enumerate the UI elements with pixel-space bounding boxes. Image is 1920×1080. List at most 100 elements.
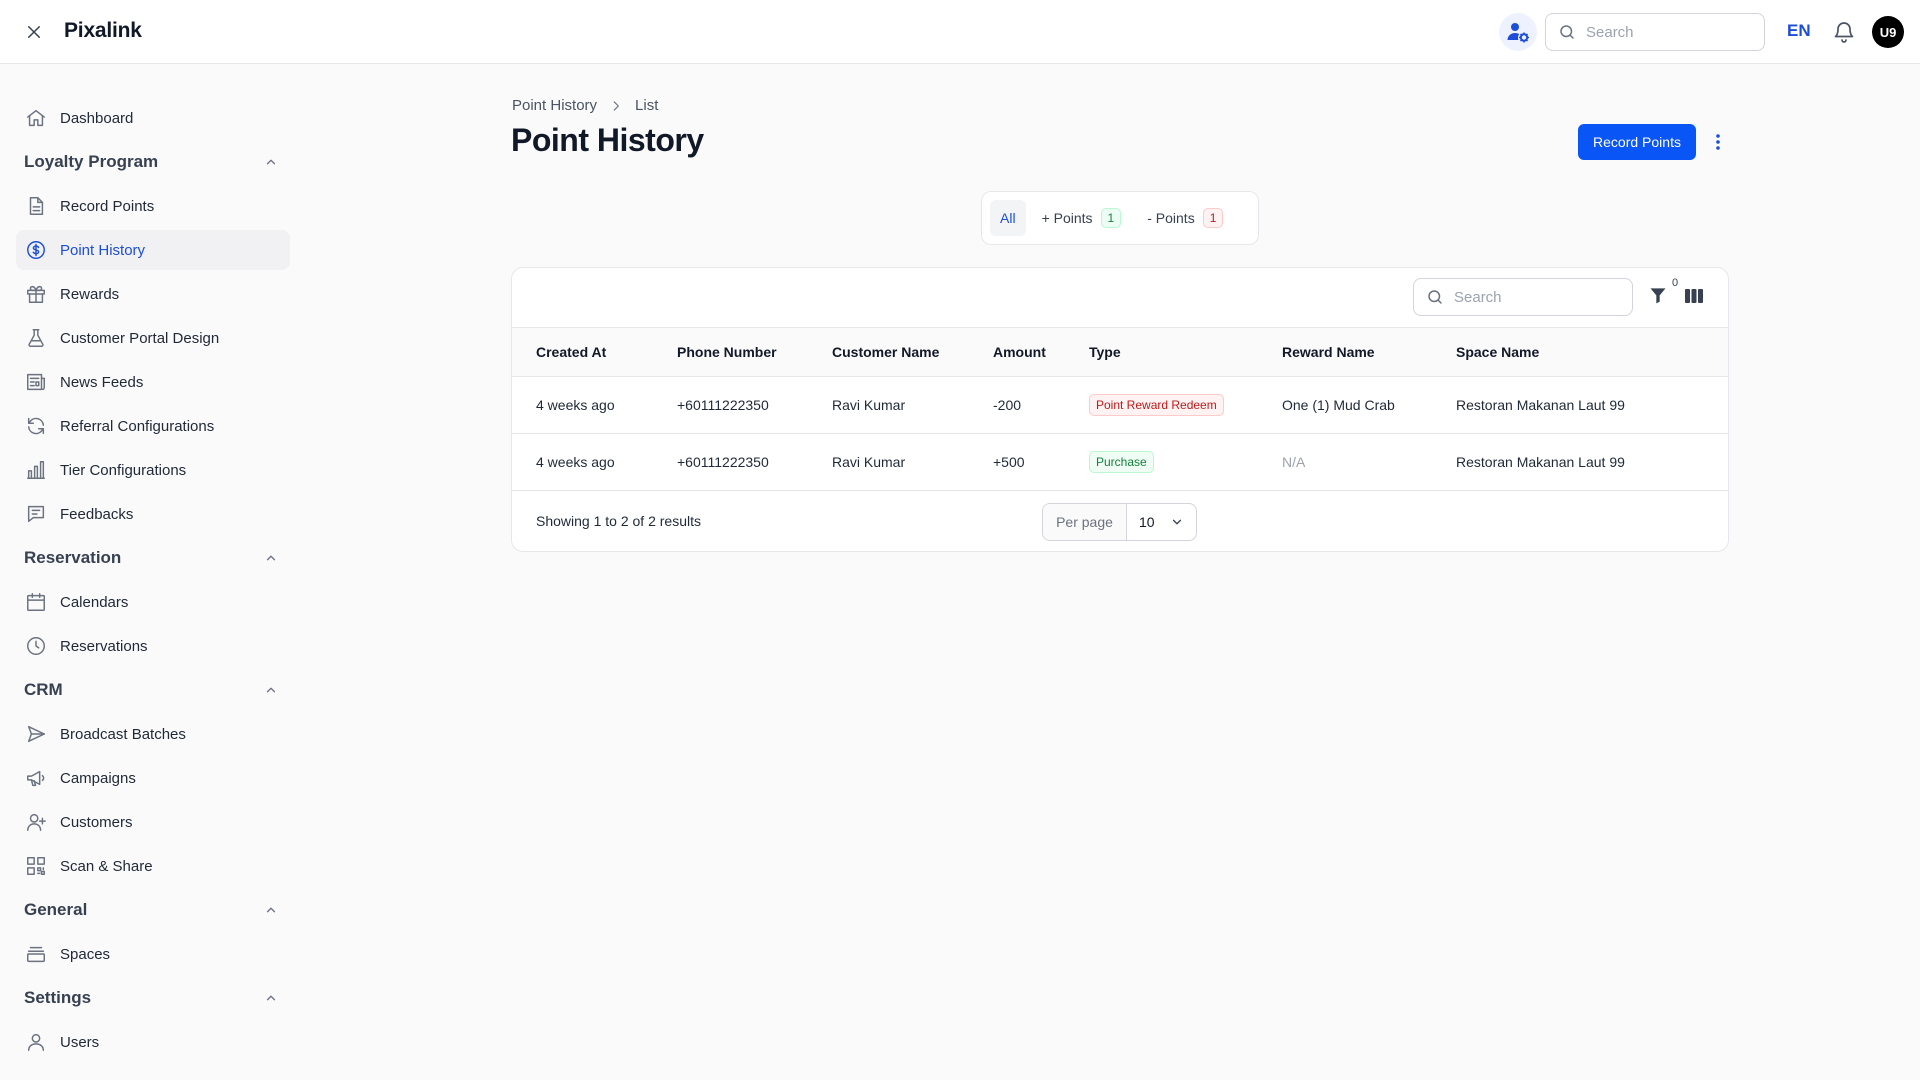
per-page-dropdown[interactable]: 10 <box>1127 514 1196 530</box>
point-filter-tabs: All + Points 1 - Points 1 <box>981 191 1259 245</box>
tab-minus-points-label: - Points <box>1147 210 1195 226</box>
cell-amount: -200 <box>993 376 1089 434</box>
avatar[interactable]: U9 <box>1872 16 1904 48</box>
table-search[interactable] <box>1413 278 1633 316</box>
sidebar-item-customers[interactable]: Customers <box>16 802 290 842</box>
sidebar-item-scan-share[interactable]: Scan & Share <box>16 846 290 886</box>
cell-created-at: 4 weeks ago <box>536 376 673 434</box>
close-sidebar-button[interactable] <box>22 20 46 44</box>
sidebar-item-spaces[interactable]: Spaces <box>16 934 290 974</box>
tab-all-label: All <box>1000 210 1016 226</box>
dollar-circle-icon <box>24 238 48 262</box>
sidebar-item-customer-portal-design[interactable]: Customer Portal Design <box>16 318 290 358</box>
column-header-type[interactable]: Type <box>1089 328 1282 377</box>
sidebar-item-label: News Feeds <box>60 373 144 391</box>
sidebar-item-label: Rewards <box>60 285 120 303</box>
sidebar-item-campaigns[interactable]: Campaigns <box>16 758 290 798</box>
per-page-select[interactable]: Per page 10 <box>1042 502 1197 541</box>
column-header-created-at[interactable]: Created At <box>536 328 673 377</box>
sidebar-group-label: Loyalty Program <box>24 152 159 171</box>
sidebar-item-rewards[interactable]: Rewards <box>16 274 290 314</box>
record-points-button[interactable]: Record Points <box>1578 124 1696 160</box>
table-header-row: Created At Phone Number Customer Name Am… <box>512 328 1728 377</box>
sidebar-item-news-feeds[interactable]: News Feeds <box>16 362 290 402</box>
sidebar-item-label: Campaigns <box>60 769 136 787</box>
sidebar-item-label: Customer Portal Design <box>60 329 220 347</box>
sidebar-item-reservations[interactable]: Reservations <box>16 626 290 666</box>
sidebar-group-label: Reservation <box>24 548 122 567</box>
filter-button[interactable] <box>1648 285 1670 307</box>
global-search-input[interactable] <box>1586 23 1746 41</box>
cell-phone-number: +60111222350 <box>673 376 828 434</box>
stack-icon <box>24 942 48 966</box>
column-header-phone-number[interactable]: Phone Number <box>673 328 828 377</box>
pagination-summary: Showing 1 to 2 of 2 results <box>536 512 701 529</box>
megaphone-icon <box>24 766 48 790</box>
sidebar-item-referral-configurations[interactable]: Referral Configurations <box>16 406 290 446</box>
tab-minus-points[interactable]: - Points 1 <box>1137 200 1233 236</box>
sidebar-item-label: Spaces <box>60 945 111 963</box>
sidebar-item-label: Dashboard <box>60 109 134 127</box>
breadcrumb-current: List <box>635 97 659 114</box>
tab-minus-points-count: 1 <box>1202 208 1224 228</box>
tab-all[interactable]: All <box>990 200 1026 236</box>
sidebar-item-feedbacks[interactable]: Feedbacks <box>16 494 290 534</box>
tab-plus-points[interactable]: + Points 1 <box>1032 200 1132 236</box>
user-gear-icon <box>1507 23 1529 43</box>
notifications-button[interactable] <box>1832 20 1856 44</box>
global-search[interactable] <box>1545 13 1765 51</box>
sidebar-item-users[interactable]: Users <box>16 1022 290 1062</box>
close-icon <box>28 26 40 38</box>
sidebar-item-point-history[interactable]: Point History <box>16 230 290 270</box>
brand-name: Pixalink <box>64 19 142 42</box>
sidebar-group-label: General <box>24 900 88 919</box>
sidebar-item-record-points[interactable]: Record Points <box>16 186 290 226</box>
refresh-icon <box>24 414 48 438</box>
user-settings-button[interactable] <box>1499 13 1537 51</box>
table-row[interactable]: 4 weeks ago +60111222350 Ravi Kumar -200… <box>512 376 1728 434</box>
send-icon <box>24 722 48 746</box>
more-vertical-icon <box>1716 134 1720 150</box>
page-title: Point History <box>511 122 704 158</box>
cell-created-at: 4 weeks ago <box>536 433 673 491</box>
filter-count-badge: 0 <box>1672 277 1679 289</box>
sidebar-group-reservation[interactable]: Reservation <box>16 538 290 578</box>
sidebar-group-general[interactable]: General <box>16 890 290 930</box>
per-page-label: Per page <box>1043 503 1127 540</box>
toggle-columns-button[interactable] <box>1684 286 1704 306</box>
column-header-reward-name[interactable]: Reward Name <box>1282 328 1456 377</box>
chevron-up-icon <box>266 687 276 693</box>
column-header-customer-name[interactable]: Customer Name <box>828 328 993 377</box>
sidebar-group-settings[interactable]: Settings <box>16 978 290 1018</box>
table-search-input[interactable] <box>1454 288 1614 306</box>
more-actions-button[interactable] <box>1709 128 1727 156</box>
point-history-table: Created At Phone Number Customer Name Am… <box>512 328 1728 491</box>
sidebar-item-broadcast-batches[interactable]: Broadcast Batches <box>16 714 290 754</box>
table-row[interactable]: 4 weeks ago +60111222350 Ravi Kumar +500… <box>512 433 1728 491</box>
sidebar-item-label: Tier Configurations <box>60 461 187 479</box>
sidebar-group-label: Settings <box>24 988 92 1007</box>
point-history-table-card: 0 Created At Phone Number Customer Name … <box>511 267 1729 552</box>
chevron-down-icon <box>1172 519 1182 524</box>
tab-plus-points-count: 1 <box>1100 208 1122 228</box>
chevron-up-icon <box>266 907 276 913</box>
home-icon <box>24 106 48 130</box>
cell-amount: +500 <box>993 433 1089 491</box>
chat-icon <box>24 502 48 526</box>
sidebar-item-tier-configurations[interactable]: Tier Configurations <box>16 450 290 490</box>
sidebar-item-calendars[interactable]: Calendars <box>16 582 290 622</box>
sidebar-item-label: Broadcast Batches <box>60 725 186 743</box>
sidebar-group-label: CRM <box>24 680 63 699</box>
column-header-space-name[interactable]: Space Name <box>1456 328 1728 377</box>
cell-customer-name: Ravi Kumar <box>828 433 993 491</box>
chevron-up-icon <box>266 159 276 165</box>
language-switcher[interactable]: EN <box>1787 21 1811 41</box>
sidebar-group-crm[interactable]: CRM <box>16 670 290 710</box>
breadcrumb-point-history[interactable]: Point History <box>512 97 597 114</box>
sidebar-item-dashboard[interactable]: Dashboard <box>16 98 290 138</box>
column-header-amount[interactable]: Amount <box>993 328 1089 377</box>
table-toolbar: 0 <box>512 268 1728 328</box>
sidebar-group-loyalty-program[interactable]: Loyalty Program <box>16 142 290 182</box>
sidebar-item-label: Feedbacks <box>60 505 134 523</box>
breadcrumb: Point History List <box>512 97 658 114</box>
